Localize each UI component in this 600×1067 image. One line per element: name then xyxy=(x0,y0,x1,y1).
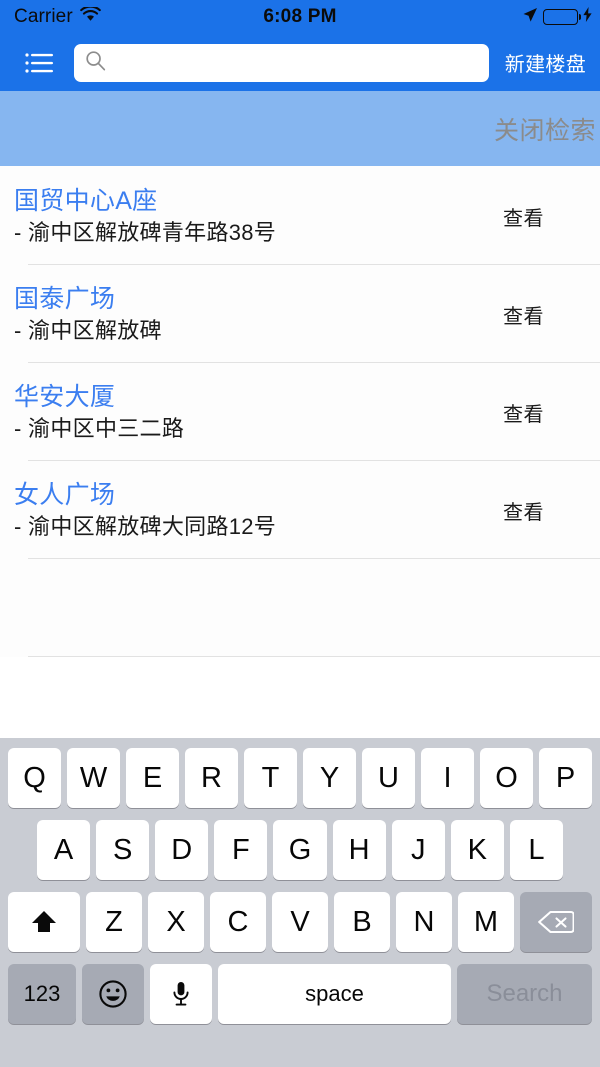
shift-arrow-icon[interactable] xyxy=(8,892,80,952)
close-search-button[interactable]: 关闭检索 xyxy=(484,105,598,153)
table-row[interactable]: 女人广场 - 渝中区解放碑大同路12号 查看 xyxy=(0,461,600,559)
key-a[interactable]: A xyxy=(37,820,91,880)
key-c[interactable]: C xyxy=(210,892,266,952)
key-o[interactable]: O xyxy=(480,748,533,808)
lightning-bolt-icon xyxy=(583,7,592,27)
key-j[interactable]: J xyxy=(391,820,445,880)
view-button[interactable]: 查看 xyxy=(461,398,586,427)
keyboard-row-3: Z X C V B N M xyxy=(3,892,597,952)
smiley-face-icon[interactable] xyxy=(82,964,144,1024)
table-row[interactable]: 华安大厦 - 渝中区中三二路 查看 xyxy=(0,363,600,461)
status-bar-right xyxy=(522,0,592,34)
key-d[interactable]: D xyxy=(155,820,209,880)
search-mode-bar: 关闭检索 xyxy=(0,91,600,166)
search-icon xyxy=(85,50,106,76)
app-screen: Carrier 6:08 PM 新建楼盘 关闭检索 国贸中心A座 - 渝中区解放… xyxy=(0,0,600,1067)
keyboard-row-1: Q W E R T Y U I O P xyxy=(3,748,597,808)
key-s[interactable]: S xyxy=(96,820,150,880)
row-text-block: 国泰广场 - 渝中区解放碑 xyxy=(12,284,461,344)
location-arrow-icon xyxy=(522,7,538,28)
building-address: - 渝中区解放碑青年路38号 xyxy=(14,220,277,246)
status-bar-left: Carrier xyxy=(14,5,101,28)
numbers-key[interactable]: 123 xyxy=(8,964,76,1024)
key-n[interactable]: N xyxy=(396,892,452,952)
key-l[interactable]: L xyxy=(509,820,563,880)
key-q[interactable]: Q xyxy=(8,748,61,808)
status-bar: Carrier 6:08 PM xyxy=(0,0,600,34)
key-t[interactable]: T xyxy=(244,748,297,808)
row-text-block: 华安大厦 - 渝中区中三二路 xyxy=(12,382,461,442)
building-name: 女人广场 xyxy=(14,480,116,509)
keyboard-row-4: 123 space Search xyxy=(3,964,597,1024)
table-row-empty xyxy=(0,559,600,657)
key-w[interactable]: W xyxy=(67,748,120,808)
keyboard-row-2: A S D F G H J K L xyxy=(3,820,597,880)
search-return-key[interactable]: Search xyxy=(457,964,592,1024)
nav-bar: 新建楼盘 xyxy=(0,34,600,91)
key-m[interactable]: M xyxy=(458,892,514,952)
key-b[interactable]: B xyxy=(334,892,390,952)
content-spacer xyxy=(0,657,600,738)
table-row[interactable]: 国贸中心A座 - 渝中区解放碑青年路38号 查看 xyxy=(0,167,600,265)
row-text-block: 女人广场 - 渝中区解放碑大同路12号 xyxy=(12,480,461,540)
key-z[interactable]: Z xyxy=(86,892,142,952)
key-h[interactable]: H xyxy=(332,820,386,880)
key-p[interactable]: P xyxy=(539,748,592,808)
view-button[interactable]: 查看 xyxy=(461,202,586,231)
building-address: - 渝中区解放碑 xyxy=(14,318,162,344)
onscreen-keyboard: Q W E R T Y U I O P A S D F G H J K L Z … xyxy=(0,738,600,1067)
key-g[interactable]: G xyxy=(273,820,327,880)
wifi-icon xyxy=(79,5,101,27)
key-e[interactable]: E xyxy=(126,748,179,808)
microphone-icon[interactable] xyxy=(150,964,212,1024)
row-divider xyxy=(28,656,600,657)
key-v[interactable]: V xyxy=(272,892,328,952)
key-y[interactable]: Y xyxy=(303,748,356,808)
table-row[interactable]: 国泰广场 - 渝中区解放碑 查看 xyxy=(0,265,600,363)
key-k[interactable]: K xyxy=(450,820,504,880)
key-u[interactable]: U xyxy=(362,748,415,808)
building-results-list: 国贸中心A座 - 渝中区解放碑青年路38号 查看 国泰广场 - 渝中区解放碑 查… xyxy=(0,166,600,657)
key-x[interactable]: X xyxy=(148,892,204,952)
building-address: - 渝中区解放碑大同路12号 xyxy=(14,514,277,540)
building-name: 国泰广场 xyxy=(14,284,116,313)
key-f[interactable]: F xyxy=(214,820,268,880)
view-button[interactable]: 查看 xyxy=(461,300,586,329)
view-button[interactable]: 查看 xyxy=(461,496,586,525)
carrier-label: Carrier xyxy=(14,6,73,27)
new-building-button[interactable]: 新建楼盘 xyxy=(497,48,590,77)
clock-label: 6:08 PM xyxy=(263,6,337,27)
row-text-block: 国贸中心A座 - 渝中区解放碑青年路38号 xyxy=(12,186,461,246)
key-r[interactable]: R xyxy=(185,748,238,808)
building-address: - 渝中区中三二路 xyxy=(14,416,185,442)
search-input[interactable] xyxy=(114,52,479,73)
battery-icon xyxy=(543,9,582,25)
list-menu-icon[interactable] xyxy=(18,41,62,85)
search-field[interactable] xyxy=(74,43,489,82)
building-name: 国贸中心A座 xyxy=(14,186,158,215)
building-name: 华安大厦 xyxy=(14,382,116,411)
backspace-icon[interactable] xyxy=(520,892,592,952)
space-key[interactable]: space xyxy=(218,964,451,1024)
key-i[interactable]: I xyxy=(421,748,474,808)
